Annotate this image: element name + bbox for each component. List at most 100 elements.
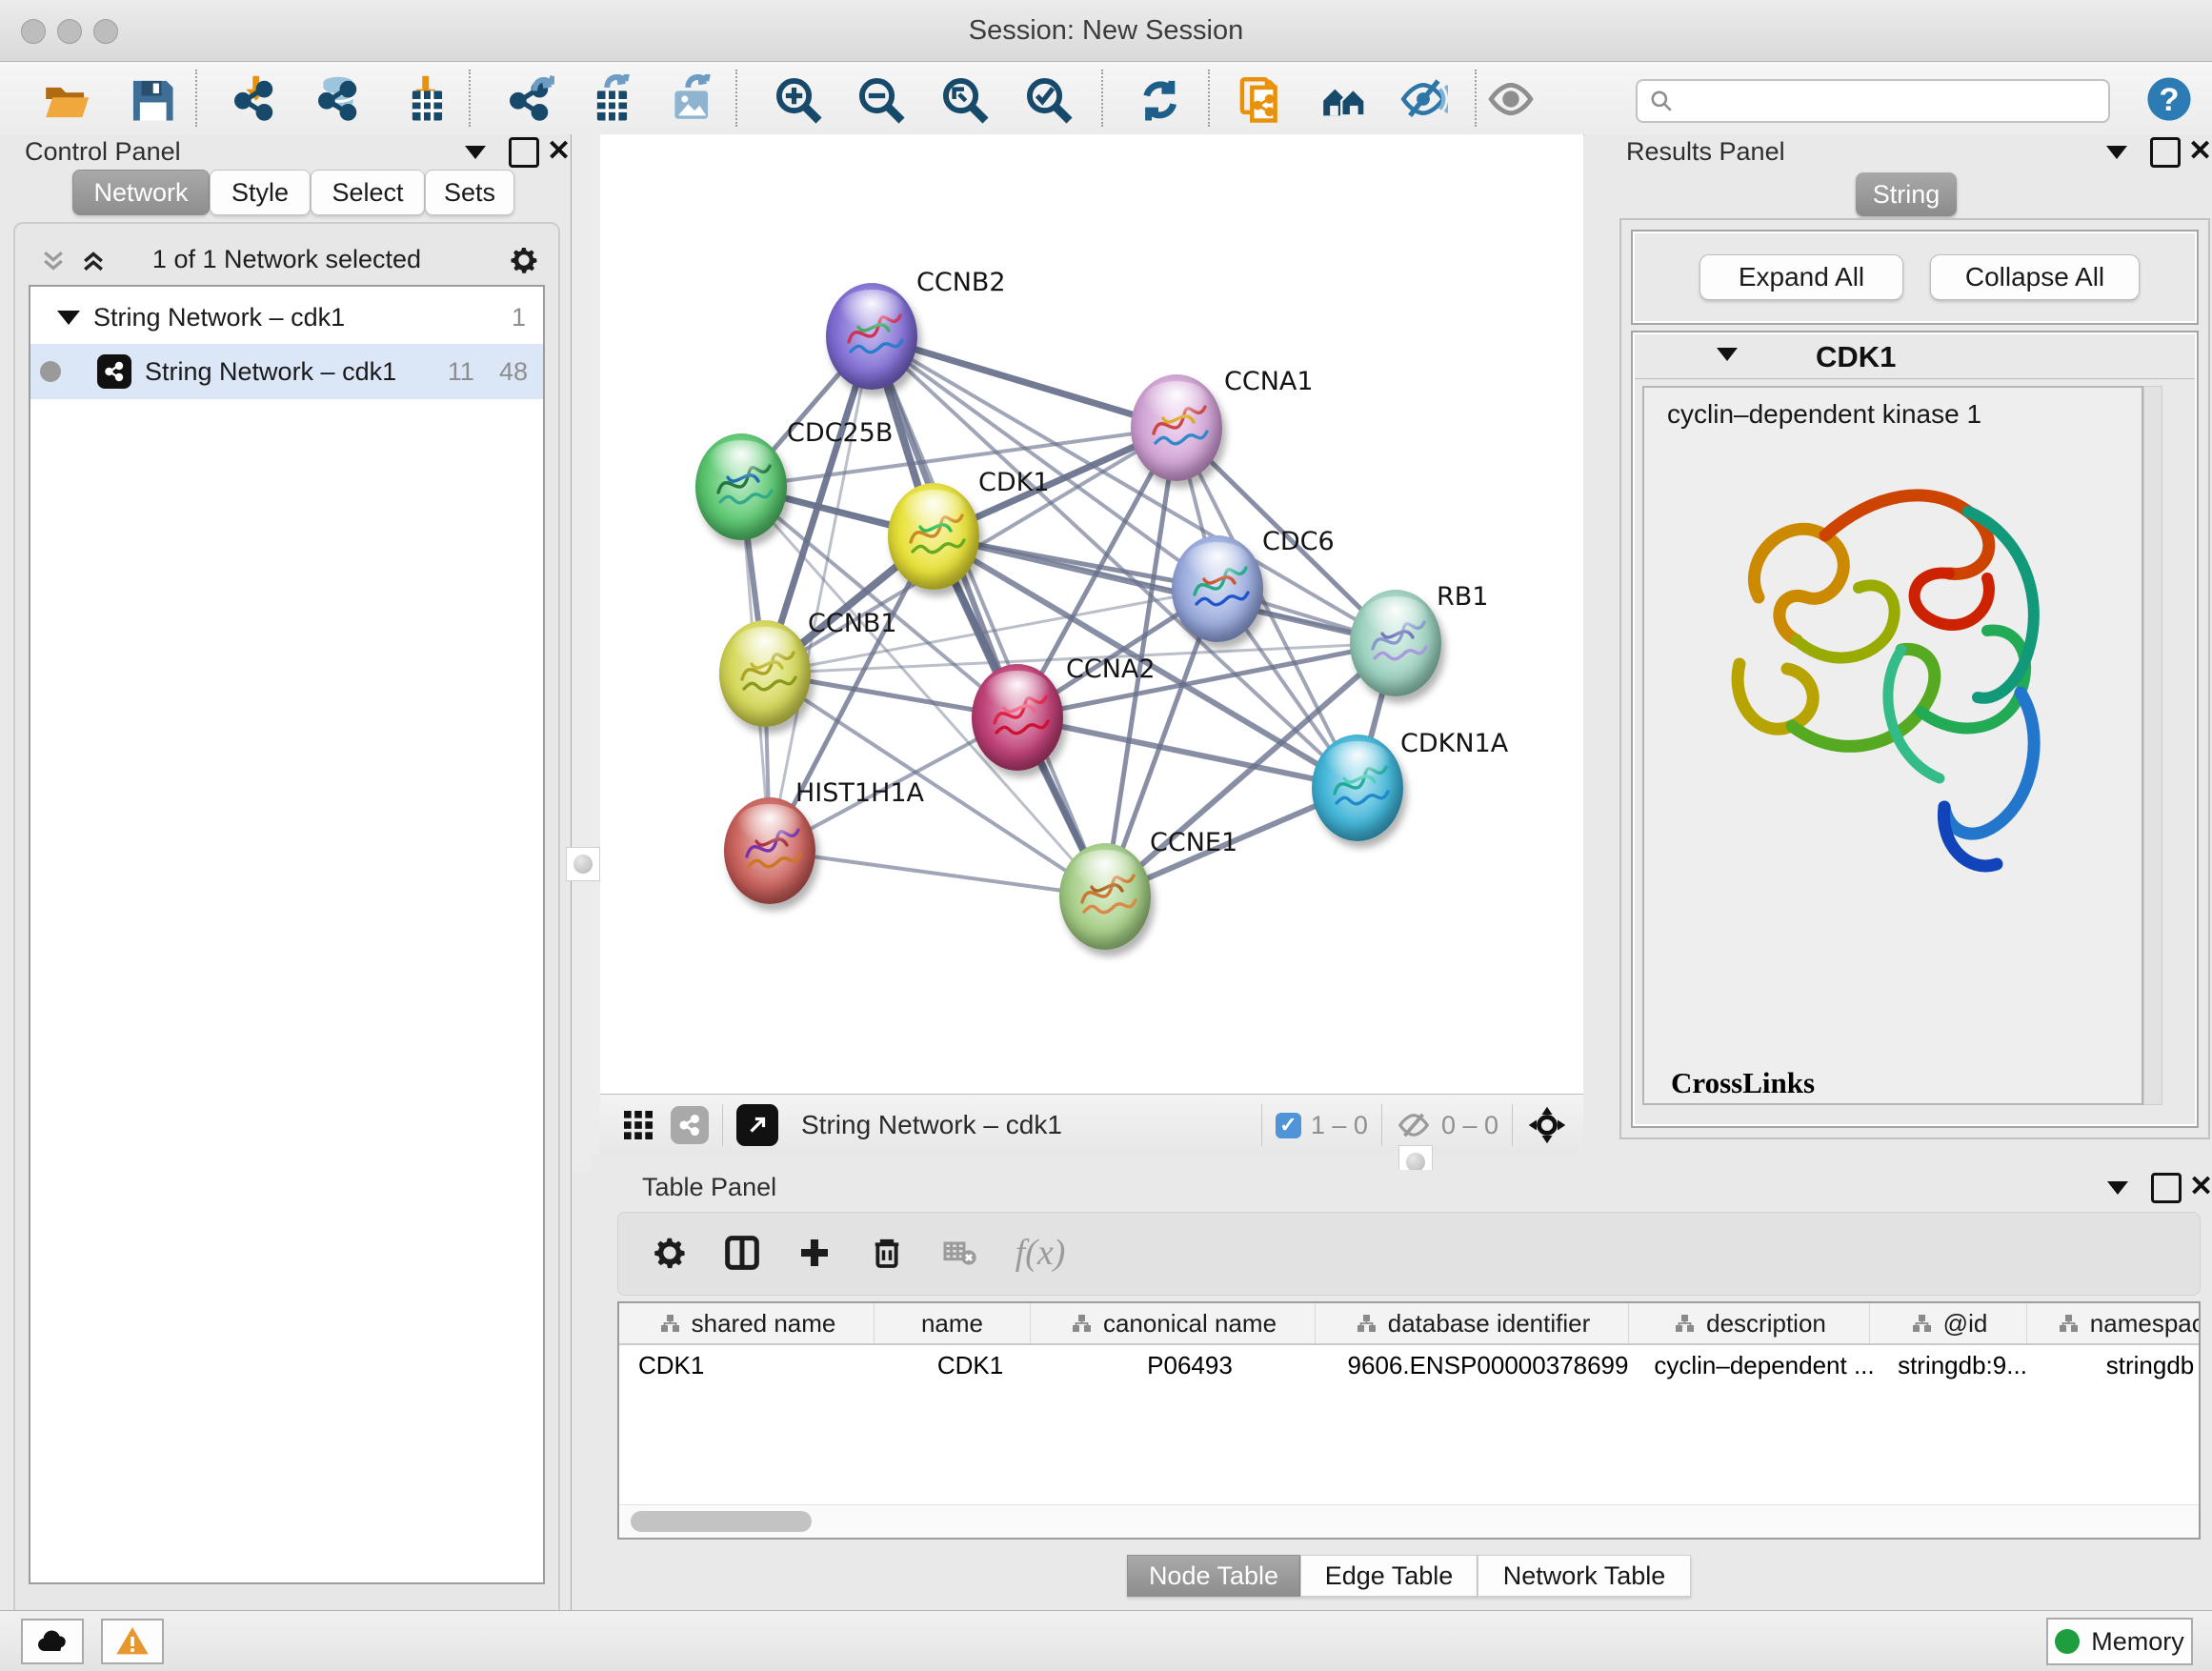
delete-table-icon [931, 1224, 988, 1281]
zoom-selected-icon[interactable] [1020, 71, 1076, 127]
node-CCNA2[interactable] [972, 664, 1063, 771]
tab-select[interactable]: Select [311, 170, 425, 215]
fit-selected-crosshair-icon[interactable] [1526, 1104, 1568, 1146]
memory-button[interactable]: Memory [2046, 1618, 2193, 1665]
network-row[interactable]: String Network – cdk1 11 48 [30, 344, 543, 399]
tab-sets[interactable]: Sets [425, 170, 514, 215]
zoom-fit-icon[interactable] [936, 71, 992, 127]
results-scrollbar[interactable] [2143, 386, 2162, 1105]
table-row[interactable]: CDK1CDK1P064939606.ENSP00000378699cyclin… [619, 1345, 2199, 1385]
results-panel: Results Panel ✕ String Expand All Collap… [1584, 134, 2212, 1155]
cdk1-section-header[interactable]: CDK1 [1635, 334, 2195, 379]
panel-menu-icon[interactable] [465, 146, 486, 159]
help-icon[interactable]: ? [2142, 71, 2197, 127]
edge-CCNB2-HIST1H1A[interactable] [770, 336, 872, 851]
tab-edge-table[interactable]: Edge Table [1300, 1555, 1478, 1597]
node-CDC25B[interactable] [695, 433, 787, 540]
node-CCNB1[interactable] [719, 620, 811, 727]
cell-name[interactable]: CDK1 [893, 1345, 1048, 1385]
column-header-name[interactable]: name [875, 1303, 1031, 1343]
node-HIST1H1A[interactable] [724, 797, 815, 904]
refresh-icon[interactable] [1131, 71, 1186, 127]
edge-HIST1H1A-CCNE1[interactable] [770, 851, 1105, 896]
network-canvas[interactable]: CCNB2 CCNA1 CDC25B CDK1 [600, 134, 1583, 1094]
string-badge-icon[interactable] [671, 1106, 709, 1144]
expand-all-button[interactable]: Expand All [1699, 254, 1903, 300]
duplicate-network-icon[interactable] [1233, 71, 1288, 127]
section-collapse-icon[interactable] [1717, 348, 1738, 361]
collection-expand-icon[interactable] [57, 311, 80, 325]
add-column-plus-icon[interactable] [786, 1224, 843, 1281]
export-network-icon[interactable] [502, 71, 557, 127]
open-in-window-icon[interactable] [736, 1104, 778, 1146]
search-box[interactable] [1636, 79, 2110, 123]
import-database-icon[interactable] [311, 71, 366, 127]
cloud-button[interactable] [21, 1619, 84, 1664]
eye-icon[interactable] [1483, 71, 1538, 127]
panel-float-icon[interactable] [509, 137, 539, 168]
left-splitter-handle[interactable] [566, 847, 600, 881]
panel-float-icon[interactable] [2150, 137, 2181, 168]
node-CCNA1[interactable] [1131, 374, 1222, 481]
column-header--id[interactable]: @id [1870, 1303, 2027, 1343]
eye-slash-icon[interactable] [1396, 71, 1451, 127]
import-table-icon[interactable] [396, 71, 452, 127]
collapse-all-button[interactable]: Collapse All [1930, 254, 2140, 300]
gear-icon[interactable] [641, 1224, 698, 1281]
node-CCNB2[interactable] [826, 283, 917, 390]
houses-icon[interactable] [1316, 71, 1371, 127]
open-folder-icon[interactable] [38, 71, 93, 127]
column-header-canonical-name[interactable]: canonical name [1031, 1303, 1316, 1343]
show-columns-icon[interactable] [714, 1224, 771, 1281]
search-input[interactable] [1681, 86, 2108, 117]
cell-database-identifier[interactable]: 9606.ENSP00000378699 [1332, 1345, 1644, 1385]
tab-string[interactable]: String [1856, 172, 1957, 216]
cell--id[interactable]: stringdb:9... [1884, 1345, 2041, 1385]
column-header-shared-name[interactable]: shared name [619, 1303, 875, 1343]
save-floppy-icon[interactable] [124, 71, 179, 127]
cell-description[interactable]: cyclin–dependent ... [1644, 1345, 1884, 1385]
column-header-description[interactable]: description [1629, 1303, 1870, 1343]
edge-CCNA2-CDKN1A[interactable] [1017, 717, 1357, 788]
cell-shared-name[interactable]: CDK1 [619, 1345, 893, 1385]
tab-node-table[interactable]: Node Table [1127, 1555, 1300, 1597]
hidden-eye-slash-icon[interactable] [1396, 1107, 1432, 1143]
selected-checkbox-icon[interactable]: ✓ [1276, 1113, 1301, 1138]
panel-close-icon[interactable]: ✕ [2189, 1170, 2212, 1203]
export-image-icon[interactable] [662, 71, 717, 127]
cell-namespace[interactable]: stringdb [2041, 1345, 2201, 1385]
left-splitter[interactable] [572, 134, 600, 1172]
panel-float-icon[interactable] [2151, 1173, 2182, 1203]
node-CCNE1[interactable] [1059, 843, 1151, 950]
node-label-CDC25B: CDC25B [787, 418, 893, 448]
tab-style[interactable]: Style [210, 170, 311, 215]
gear-icon[interactable] [507, 243, 541, 277]
table-hscrollbar[interactable] [619, 1504, 2199, 1538]
node-RB1[interactable] [1350, 590, 1441, 696]
zoom-in-icon[interactable] [770, 71, 825, 127]
tab-network[interactable]: Network [72, 170, 210, 215]
column-header-namespace[interactable]: namespace [2027, 1303, 2201, 1343]
selected-counts: 1 – 0 [1311, 1111, 1368, 1140]
column-header-database-identifier[interactable]: database identifier [1316, 1303, 1629, 1343]
bottom-splitter[interactable] [591, 1155, 2212, 1170]
node-CDK1[interactable] [888, 483, 979, 590]
panel-close-icon[interactable]: ✕ [547, 134, 571, 168]
node-CDC6[interactable] [1172, 535, 1263, 642]
gene-details: cyclin–dependent kinase 1 [1642, 386, 2143, 1105]
panel-menu-icon[interactable] [2106, 146, 2127, 159]
panel-close-icon[interactable]: ✕ [2188, 134, 2212, 168]
warnings-button[interactable] [101, 1619, 164, 1664]
zoom-out-icon[interactable] [853, 71, 908, 127]
trash-icon[interactable] [858, 1224, 915, 1281]
table-hscrollbar-thumb[interactable] [631, 1511, 812, 1532]
tab-network-table[interactable]: Network Table [1478, 1555, 1691, 1597]
import-network-icon[interactable] [227, 71, 282, 127]
export-table-icon[interactable] [581, 71, 636, 127]
network-collection-row[interactable]: String Network – cdk1 1 [30, 292, 543, 342]
node-CDKN1A[interactable] [1312, 735, 1403, 841]
cell-canonical-name[interactable]: P06493 [1048, 1345, 1332, 1385]
birds-eye-grid-icon[interactable] [619, 1106, 657, 1144]
panel-menu-icon[interactable] [2107, 1181, 2128, 1195]
node-label-CDKN1A: CDKN1A [1400, 729, 1508, 758]
